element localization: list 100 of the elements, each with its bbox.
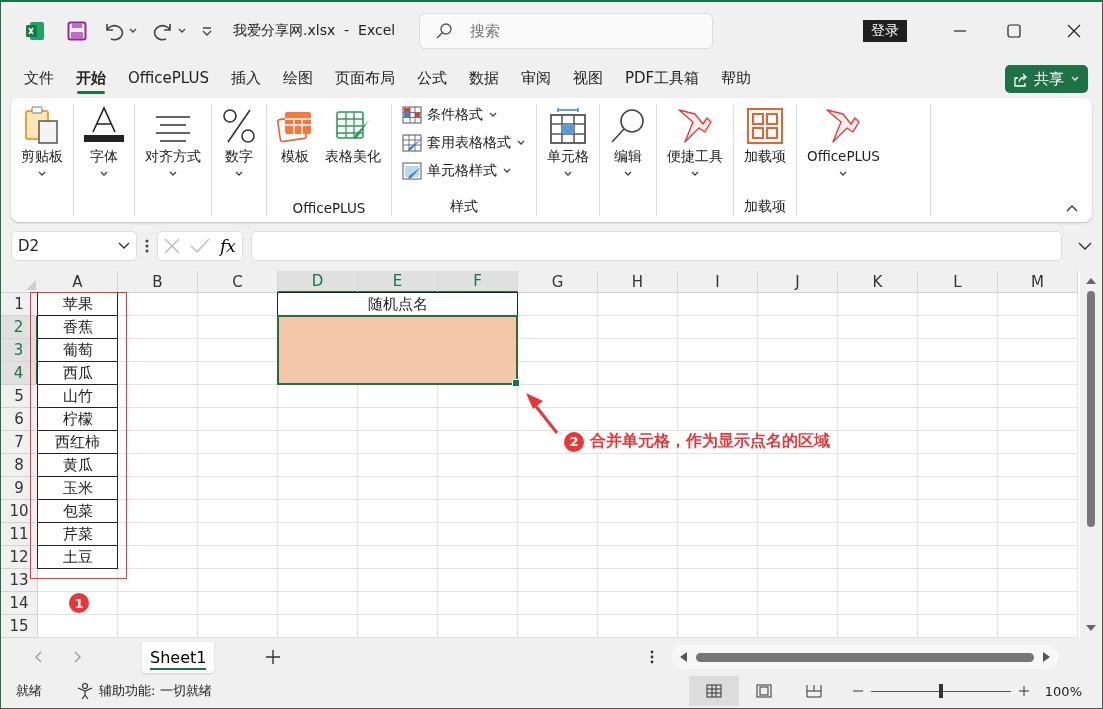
column-header[interactable]: A xyxy=(38,271,118,293)
close-icon[interactable] xyxy=(1067,24,1082,38)
menu-tab[interactable]: 绘图 xyxy=(271,64,324,94)
status-text: 就绪 xyxy=(16,682,42,700)
row-header[interactable]: 11 xyxy=(1,523,38,546)
menu-tab[interactable]: 审阅 xyxy=(509,64,562,94)
formula-input[interactable] xyxy=(250,231,1062,261)
ribbon-button[interactable]: 便捷工具 xyxy=(663,104,727,216)
scroll-left-icon[interactable] xyxy=(680,652,689,662)
ribbon-button[interactable]: 对齐方式 xyxy=(141,104,205,216)
ribbon-button[interactable]: 字体 xyxy=(80,104,128,216)
maximize-icon[interactable] xyxy=(1007,24,1022,38)
search-field[interactable]: 搜索 xyxy=(419,13,714,49)
row-header[interactable]: 10 xyxy=(1,500,38,523)
customize-icon[interactable] xyxy=(201,25,213,37)
vertical-scrollbar-thumb[interactable] xyxy=(1087,291,1095,527)
ribbon-button[interactable]: 数字 xyxy=(218,104,260,216)
cells-icon xyxy=(550,108,586,144)
table-cell: 苹果 xyxy=(37,292,118,316)
font-color-icon xyxy=(84,106,124,144)
row-header[interactable]: 14 xyxy=(1,592,38,615)
page-break-icon xyxy=(805,684,822,698)
column-header[interactable]: L xyxy=(918,271,998,293)
ribbon-button[interactable]: 单元格样式 xyxy=(398,160,516,182)
row-header[interactable]: 12 xyxy=(1,546,38,569)
column-header[interactable]: M xyxy=(998,271,1078,293)
row-header[interactable]: 5 xyxy=(1,385,38,408)
column-header[interactable]: B xyxy=(118,271,198,293)
row-header[interactable]: 13 xyxy=(1,569,38,592)
scroll-down-icon[interactable] xyxy=(1086,624,1096,632)
sheet-tab[interactable]: Sheet1 xyxy=(142,641,215,673)
more-icon[interactable] xyxy=(145,239,149,253)
horizontal-scrollbar-thumb[interactable] xyxy=(696,652,1035,662)
row-header[interactable]: 3 xyxy=(1,339,38,362)
menu-tab[interactable]: 数据 xyxy=(457,64,510,94)
column-header[interactable]: C xyxy=(198,271,278,293)
normal-view-button[interactable] xyxy=(688,676,739,706)
page-icon xyxy=(755,684,772,698)
login-button[interactable]: 登录 xyxy=(863,20,908,42)
accessibility-icon[interactable] xyxy=(76,682,94,700)
undo-icon[interactable] xyxy=(103,21,125,41)
save-icon[interactable] xyxy=(67,21,87,41)
insert-function-button[interactable]: fx xyxy=(220,236,236,256)
row-header[interactable]: 2 xyxy=(1,316,38,339)
menu-tab[interactable]: 文件 xyxy=(13,64,65,94)
more-icon[interactable] xyxy=(650,650,655,664)
ribbon-button[interactable]: 条件格式 xyxy=(398,104,502,126)
check-icon[interactable] xyxy=(190,238,210,254)
row-header[interactable]: 6 xyxy=(1,408,38,431)
table-cell: 葡萄 xyxy=(37,338,118,362)
row-header[interactable]: 8 xyxy=(1,454,38,477)
column-header[interactable]: I xyxy=(678,271,758,293)
ribbon-button[interactable]: 套用表格格式 xyxy=(398,132,530,154)
redo-icon[interactable] xyxy=(152,21,174,41)
ribbon-button[interactable]: OfficePLUS xyxy=(803,104,884,216)
scroll-up-icon[interactable] xyxy=(1086,277,1096,285)
column-header[interactable]: D xyxy=(278,271,358,293)
zoom-level[interactable]: 100% xyxy=(1044,683,1082,699)
menu-tab[interactable]: OfficePLUS xyxy=(117,65,220,93)
row-header[interactable]: 9 xyxy=(1,477,38,500)
menu-tab[interactable]: 插入 xyxy=(219,64,272,94)
column-header[interactable]: K xyxy=(838,271,918,293)
row-header[interactable]: 4 xyxy=(1,362,38,385)
collapse-ribbon-icon[interactable] xyxy=(1066,204,1078,212)
menu-tab[interactable]: 开始 xyxy=(65,64,117,94)
expand-icon[interactable] xyxy=(1078,241,1092,251)
column-header[interactable]: J xyxy=(758,271,838,293)
menu-tab[interactable]: 视图 xyxy=(561,64,614,94)
row-header[interactable]: 1 xyxy=(1,293,38,316)
menu-tab[interactable]: 公式 xyxy=(405,64,458,94)
menu-tab[interactable]: 帮助 xyxy=(710,64,763,94)
column-header[interactable]: H xyxy=(598,271,678,293)
template-icon xyxy=(277,110,313,144)
ribbon-button[interactable]: 模板 xyxy=(273,104,317,198)
ribbon-button[interactable]: 单元格 xyxy=(543,104,593,216)
name-box[interactable]: D2 xyxy=(11,231,137,261)
accessibility-status[interactable]: 辅助功能: 一切就绪 xyxy=(99,682,212,700)
scroll-right-icon[interactable] xyxy=(1042,652,1051,662)
caret-icon[interactable] xyxy=(177,27,187,35)
share-button[interactable]: 共享 xyxy=(1005,65,1088,93)
add-sheet-icon[interactable] xyxy=(266,650,281,664)
ribbon-button[interactable]: 加载项 xyxy=(740,104,790,196)
fill-handle[interactable] xyxy=(512,379,520,387)
zoom-slider-thumb[interactable] xyxy=(938,684,943,698)
row-header[interactable]: 7 xyxy=(1,431,38,454)
ribbon-button[interactable]: 编辑 xyxy=(606,104,650,216)
row-header[interactable]: 15 xyxy=(1,615,38,638)
menu-tab[interactable]: PDF工具箱 xyxy=(613,64,711,94)
column-header[interactable]: F xyxy=(438,271,518,293)
zoom-in-icon[interactable] xyxy=(1018,686,1029,696)
menu-tab[interactable]: 页面布局 xyxy=(323,64,406,94)
horizontal-scrollbar[interactable] xyxy=(672,645,1059,669)
conditional-format-icon xyxy=(402,106,422,124)
table-cell: 芹菜 xyxy=(37,522,118,546)
ribbon-button[interactable]: 表格美化 xyxy=(321,104,385,198)
column-header[interactable]: G xyxy=(518,271,598,293)
group-label: OfficePLUS xyxy=(292,200,366,216)
column-header[interactable]: E xyxy=(358,271,438,293)
ribbon-button[interactable]: 剪贴板 xyxy=(17,104,67,216)
caret-icon[interactable] xyxy=(128,27,138,35)
